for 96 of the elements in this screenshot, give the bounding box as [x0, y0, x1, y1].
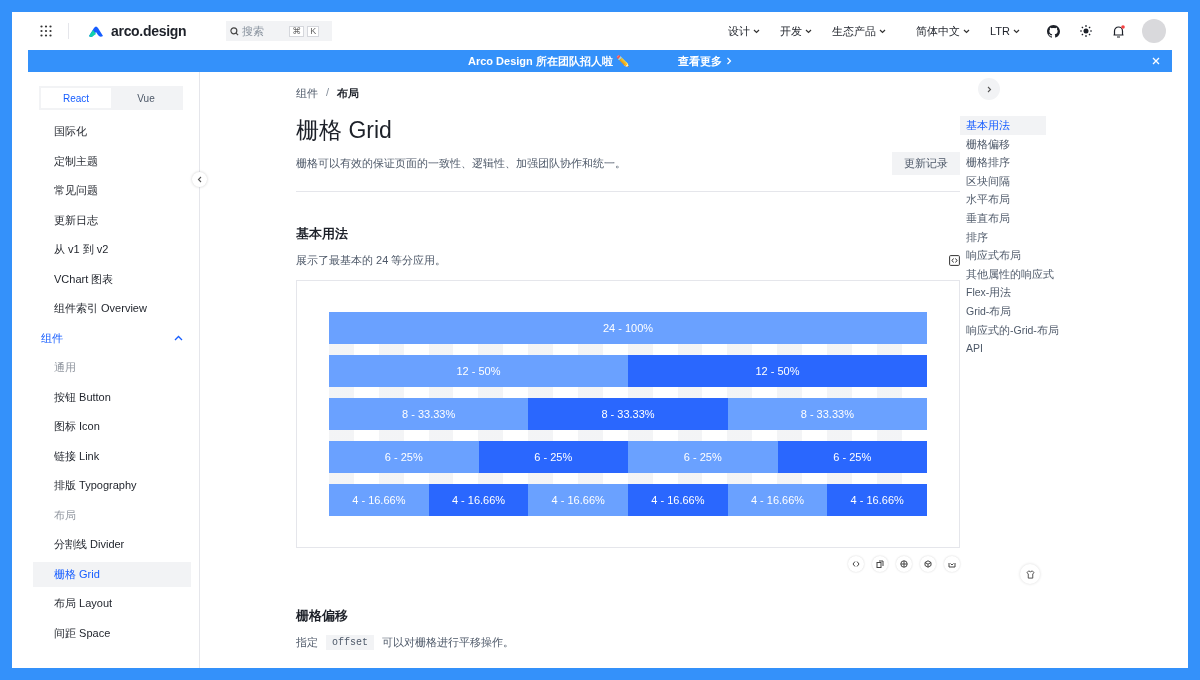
changelog-button[interactable]: 更新记录 [892, 152, 960, 175]
section-title: 基本用法 [296, 226, 349, 243]
bell-icon[interactable] [1112, 24, 1125, 38]
github-icon[interactable] [1047, 24, 1060, 38]
toc-link[interactable]: 水平布局 [960, 190, 1046, 209]
search-icon [230, 26, 240, 36]
grid-column: 4 - 16.66% [329, 484, 429, 516]
code-toggle-icon[interactable] [848, 556, 864, 572]
sidebar-item[interactable]: 定制主题 [33, 148, 191, 174]
sidebar-item[interactable]: VChart 图表 [33, 266, 191, 292]
globe-icon[interactable] [896, 556, 912, 572]
framework-tab[interactable]: React [41, 88, 111, 108]
toc-link[interactable]: 区块间隔 [960, 171, 1046, 191]
chevron-left-icon [196, 176, 203, 183]
sidebar-item[interactable]: 国际化 [33, 119, 191, 144]
shirt-icon[interactable] [1020, 564, 1040, 584]
banner-text: Arco Design 所在团队招人啦 ✏ [468, 53, 630, 69]
toc-link[interactable]: Grid-布局 [960, 301, 1046, 321]
toc-link[interactable]: API [960, 339, 1046, 358]
grid-column: 6 - 25% [777, 441, 927, 473]
nav-menu[interactable]: 设计 [728, 23, 761, 39]
sidebar-caption: 通用 [53, 360, 77, 375]
keyboard-key: K [307, 25, 320, 37]
breadcrumb-item[interactable]: 组件 [296, 86, 318, 101]
toc-link[interactable]: 响应式的-Grid-布局 [960, 320, 1063, 340]
sidebar-item[interactable]: 按钮 Button [33, 384, 191, 410]
sidebar-item[interactable]: 间距 Space [33, 620, 191, 646]
sidebar-item[interactable]: 组件索引 Overview [33, 296, 191, 321]
nav-menu[interactable]: 开发 [780, 23, 813, 39]
nav-menu[interactable]: LTR [990, 25, 1020, 37]
section-description: 指定 [296, 635, 318, 650]
toc-link[interactable]: 垂直布局 [960, 208, 1046, 228]
grid-column: 4 - 16.66% [827, 484, 928, 516]
grid-column: 12 - 50% [329, 355, 628, 387]
grid-column: 8 - 33.33% [329, 398, 529, 430]
grid-column: 4 - 16.66% [528, 484, 628, 516]
sidebar-caption: 布局 [53, 507, 77, 523]
chevron-right-icon [986, 85, 992, 93]
search-input[interactable]: 搜索 [242, 25, 287, 37]
grid-column: 8 - 33.33% [528, 398, 728, 430]
code-icon[interactable] [949, 255, 960, 266]
collapse-button[interactable] [192, 172, 207, 187]
grid-column: 4 - 16.66% [727, 484, 828, 516]
grid-column: 24 - 100% [329, 312, 927, 344]
caret-icon [963, 28, 971, 34]
sidebar-item[interactable]: 栅格 Grid [33, 561, 191, 587]
sidebar-item[interactable]: 分割线 Divider [33, 532, 191, 557]
toc-link[interactable]: 响应式布局 [960, 246, 1046, 265]
toc-link[interactable]: 排序 [960, 227, 1046, 247]
close-icon[interactable] [1152, 57, 1160, 65]
caret-icon [1013, 28, 1020, 34]
grid-column: 6 - 25% [628, 441, 778, 473]
toc-link[interactable]: Flex-用法 [960, 283, 1046, 302]
search-field[interactable]: 搜索 ⌘ K [226, 21, 333, 41]
grid-column: 4 - 16.66% [628, 484, 728, 516]
logo-icon [87, 24, 105, 38]
tray-icon[interactable] [944, 556, 960, 572]
sun-icon[interactable] [1080, 25, 1092, 37]
sidebar-item[interactable]: 链接 Link [33, 443, 191, 469]
sidebar-item[interactable]: 更新日志 [33, 207, 191, 233]
framework-tab[interactable]: Vue [111, 88, 181, 108]
apps-grid-icon[interactable] [40, 25, 52, 37]
grid-column: 6 - 25% [478, 441, 628, 473]
sidebar-item[interactable]: 排版 Typography [33, 473, 191, 498]
keyboard-key: ⌘ [289, 25, 305, 37]
caret-icon [805, 28, 813, 34]
toc-link[interactable]: 栅格排序 [960, 153, 1046, 172]
chevron-icon [725, 57, 732, 65]
toc-link[interactable]: 基本用法 [960, 116, 1046, 135]
caret-icon [879, 28, 887, 34]
nav-menu[interactable]: 生态产品 [832, 23, 887, 39]
caret-icon [753, 28, 761, 34]
section-title: 栅格偏移 [296, 608, 349, 625]
grid-column: 6 - 25% [329, 441, 479, 473]
grid-column: 8 - 33.33% [727, 398, 927, 430]
inline-code: offset [326, 635, 374, 650]
logo-text[interactable]: arco.design [111, 23, 187, 39]
caret-icon [174, 335, 183, 341]
sidebar-item[interactable]: 从 v1 到 v2 [33, 237, 191, 262]
toc-link[interactable]: 栅格偏移 [960, 134, 1046, 154]
section-description: 可以对栅格进行平移操作。 [382, 635, 514, 650]
copy-icon[interactable] [872, 556, 888, 572]
breadcrumb-separator: / [326, 86, 330, 100]
sidebar-item[interactable]: 布局 Layout [33, 591, 191, 616]
toc-link[interactable]: 其他属性的响应式 [960, 264, 1058, 284]
sidebar-item[interactable]: 图标 Icon [33, 414, 191, 439]
page-title: 栅格 Grid [296, 116, 393, 145]
cube-icon[interactable] [920, 556, 936, 572]
grid-column: 4 - 16.66% [428, 484, 529, 516]
sidebar-group[interactable]: 组件 [33, 325, 191, 351]
page-description: 栅格可以有效的保证页面的一致性、逻辑性、加强团队协作和统一。 [296, 156, 626, 171]
grid-column: 12 - 50% [628, 355, 927, 387]
nav-menu[interactable]: 简体中文 [916, 23, 971, 39]
sidebar-item[interactable]: 常见问题 [33, 178, 191, 203]
section-description: 展示了最基本的 24 等分应用。 [296, 253, 447, 268]
breadcrumb-item[interactable]: 布局 [337, 86, 360, 101]
